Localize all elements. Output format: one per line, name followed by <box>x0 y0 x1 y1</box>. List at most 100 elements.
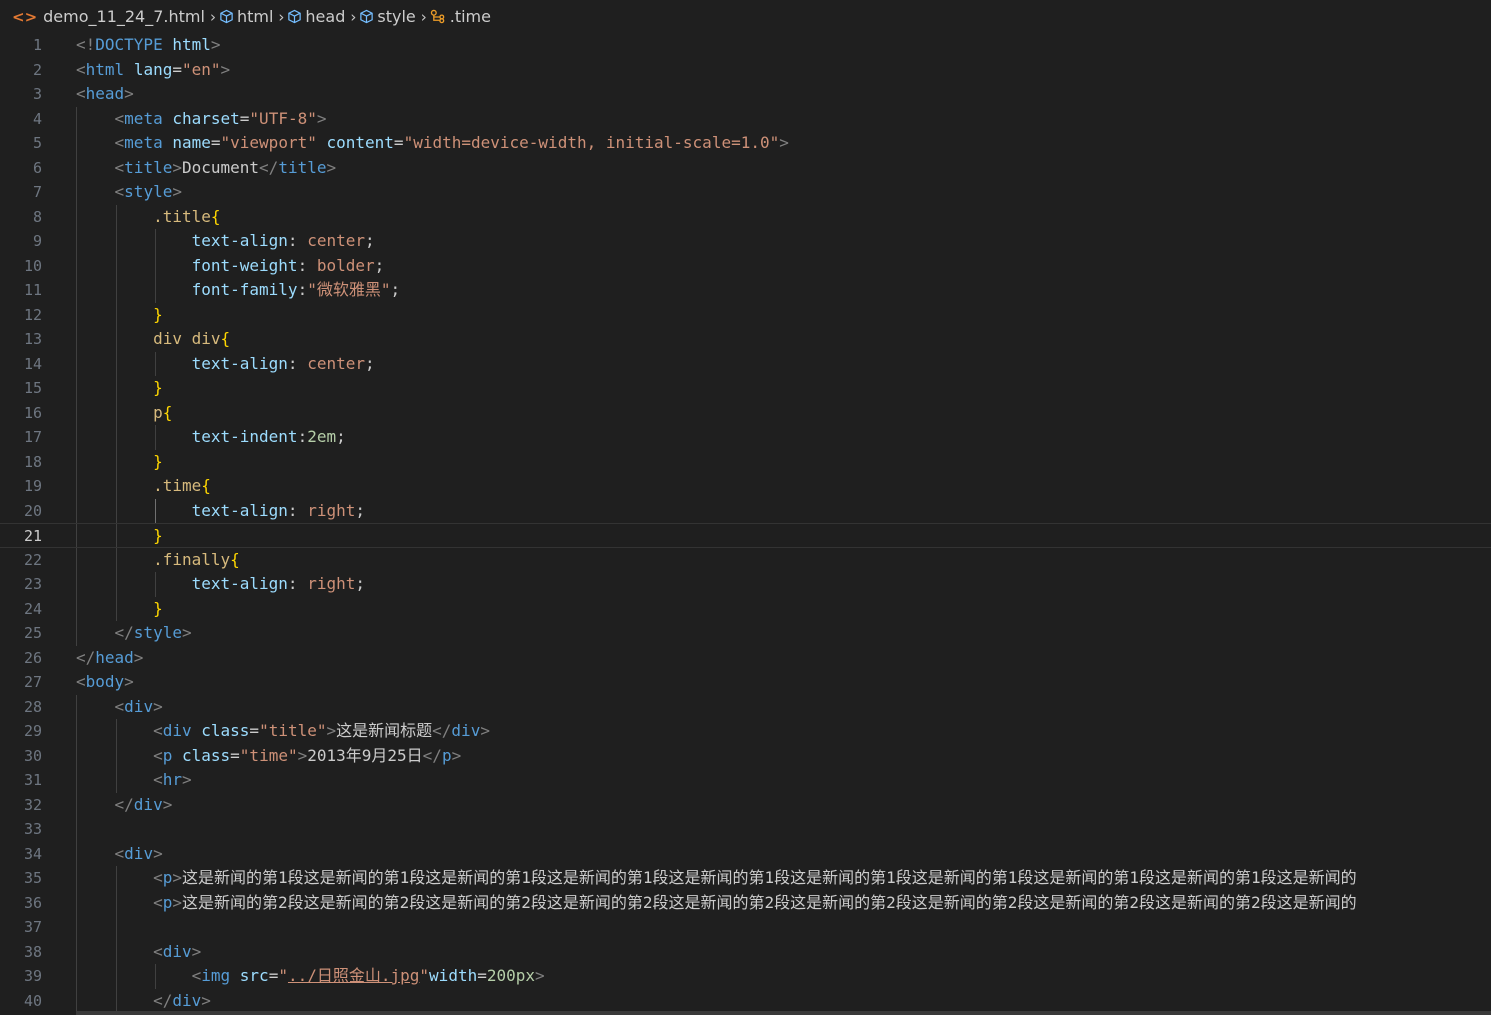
line-number: 33 <box>23 820 42 838</box>
code-token: p <box>162 745 173 765</box>
code-line[interactable]: 7 <style> <box>0 180 1491 205</box>
code-token: : <box>287 500 308 520</box>
code-line[interactable]: 40 </div> <box>0 989 1491 1014</box>
code-text: <html lang="en"> <box>76 58 230 83</box>
code-token: .title <box>153 206 211 226</box>
code-line[interactable]: 24 } <box>0 597 1491 622</box>
line-number: 40 <box>23 991 42 1010</box>
code-token: < <box>191 966 202 985</box>
code-token: charset <box>172 108 240 128</box>
code-token: } <box>153 304 163 324</box>
code-line[interactable]: 6 <title>Document</title> <box>0 156 1491 181</box>
code-line[interactable]: 32 </div> <box>0 793 1491 818</box>
line-number: 1 <box>32 36 42 54</box>
code-line[interactable]: 8 .title{ <box>0 205 1491 230</box>
line-number: 11 <box>23 281 42 299</box>
code-line[interactable]: 5 <meta name="viewport" content="width=d… <box>0 131 1491 156</box>
code-line[interactable]: 20 text-align: right; <box>0 499 1491 524</box>
code-line[interactable]: 26 </head> <box>0 646 1491 671</box>
code-line[interactable]: 33 <box>0 817 1491 842</box>
code-line[interactable]: 4 <meta charset="UTF-8"> <box>0 107 1491 132</box>
code-line[interactable]: 37 <box>0 915 1491 940</box>
code-token: < <box>114 157 125 177</box>
line-number: 17 <box>23 428 42 446</box>
code-line[interactable]: 30 <p class="time">2013年9月25日</p> <box>0 744 1491 769</box>
code-text: </style> <box>76 621 192 646</box>
code-token: text-indent <box>191 427 298 446</box>
code-line[interactable]: 1 <!DOCTYPE html> <box>0 33 1491 58</box>
code-token: right <box>307 500 356 520</box>
code-line[interactable]: 21 } <box>0 523 1491 548</box>
code-line[interactable]: 38 <div> <box>0 940 1491 965</box>
code-line[interactable]: 29 <div class="title">这是新闻标题</div> <box>0 719 1491 744</box>
code-line[interactable]: 34 <div> <box>0 842 1491 867</box>
code-line[interactable]: 16 p{ <box>0 401 1491 426</box>
line-number: 24 <box>23 599 42 618</box>
code-line[interactable]: 23 text-align: right; <box>0 572 1491 597</box>
code-line[interactable]: 17 text-indent:2em; <box>0 425 1491 450</box>
code-text: <style> <box>76 180 182 205</box>
code-token: head <box>85 84 125 103</box>
code-text: <div> <box>76 940 201 965</box>
line-number: 18 <box>23 452 42 471</box>
code-line[interactable]: 3 <head> <box>0 82 1491 107</box>
code-token: } <box>153 526 163 545</box>
code-line[interactable]: 9 text-align: center; <box>0 229 1491 254</box>
code-line[interactable]: 15 } <box>0 376 1491 401</box>
code-text: .finally{ <box>76 548 240 573</box>
code-text: </div> <box>76 989 211 1014</box>
code-line[interactable]: 11 font-family:"微软雅黑"; <box>0 278 1491 303</box>
code-line[interactable]: 31 <hr> <box>0 768 1491 793</box>
line-number: 2 <box>32 60 42 79</box>
code-token: src <box>239 966 269 985</box>
breadcrumb-item-style[interactable]: style <box>359 7 416 26</box>
code-line[interactable]: 36 <p>这是新闻的第2段这是新闻的第2段这是新闻的第2段这是新闻的第2段这是… <box>0 891 1491 916</box>
code-line[interactable]: 18 } <box>0 450 1491 475</box>
breadcrumb-item-time[interactable]: .time <box>430 7 491 26</box>
code-token: = <box>230 745 240 765</box>
code-token: 200px <box>486 966 536 985</box>
code-token: ; <box>364 231 375 250</box>
code-line[interactable]: 35 <p>这是新闻的第1段这是新闻的第1段这是新闻的第1段这是新闻的第1段这是… <box>0 866 1491 891</box>
code-line[interactable]: 13 div div{ <box>0 327 1491 352</box>
code-line[interactable]: 39 <img src="../日照金山.jpg"width=200px> <box>0 964 1491 989</box>
code-line[interactable]: 2 <html lang="en"> <box>0 58 1491 83</box>
code-line[interactable]: 27 <body> <box>0 670 1491 695</box>
code-line[interactable]: 22 .finally{ <box>0 548 1491 573</box>
code-text: <title>Document</title> <box>76 156 337 181</box>
code-text: } <box>76 376 163 401</box>
code-token: text-align <box>191 231 288 250</box>
code-text: } <box>76 524 163 549</box>
code-line[interactable]: 10 font-weight: bolder; <box>0 254 1491 279</box>
horizontal-scrollbar[interactable] <box>76 1011 1491 1015</box>
code-token: ; <box>364 353 375 373</box>
line-number: 19 <box>23 477 42 495</box>
code-token: div <box>124 696 154 716</box>
code-token: ; <box>390 280 401 299</box>
line-number: 12 <box>23 305 42 324</box>
code-text: <img src="../日照金山.jpg"width=200px> <box>76 964 545 989</box>
code-token: < <box>114 133 125 152</box>
code-text: <p>这是新闻的第1段这是新闻的第1段这是新闻的第1段这是新闻的第1段这是新闻的… <box>76 866 1357 891</box>
code-token: < <box>76 84 86 103</box>
breadcrumb-item-head[interactable]: head <box>287 7 345 26</box>
code-line[interactable]: 14 text-align: center; <box>0 352 1491 377</box>
code-line[interactable]: 25 </style> <box>0 621 1491 646</box>
breadcrumb-item-html[interactable]: html <box>219 7 273 26</box>
code-token: : <box>287 231 308 250</box>
code-line[interactable]: 12 } <box>0 303 1491 328</box>
code-token: 这是新闻标题 <box>336 721 433 740</box>
code-line[interactable]: 28 <div> <box>0 695 1491 720</box>
code-token: > <box>181 623 192 642</box>
code-editor[interactable]: 1 <!DOCTYPE html> 2 <html lang="en"> 3 <head>… <box>0 33 1491 1015</box>
code-token: > <box>201 990 211 1010</box>
code-line[interactable]: 19 .time{ <box>0 474 1491 499</box>
breadcrumb-file[interactable]: <> demo_11_24_7.html <box>12 7 205 26</box>
code-token: name <box>172 133 211 152</box>
